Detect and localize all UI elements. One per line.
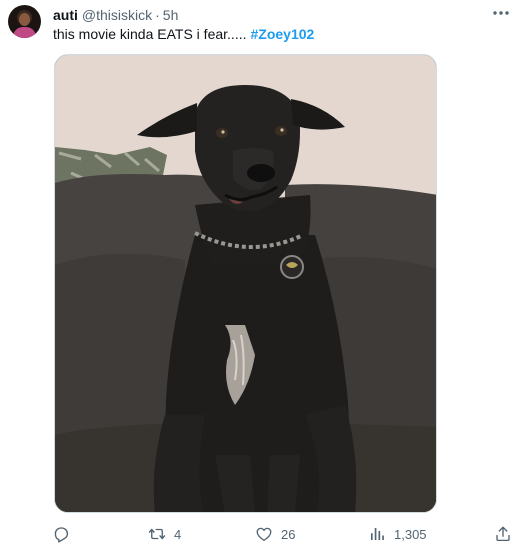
separator-dot: · — [155, 7, 160, 23]
avatar-face — [19, 13, 30, 26]
tweet-body: this movie kinda EATS i fear..... — [53, 26, 247, 42]
author-handle[interactable]: @thisiskick — [82, 7, 152, 23]
retweet-icon — [148, 528, 166, 540]
views-count: 1,305 — [394, 526, 427, 542]
tweet-photo[interactable] — [54, 54, 437, 513]
share-icon — [496, 526, 510, 542]
views-button[interactable]: 1,305 — [368, 522, 427, 546]
action-bar: 4 26 1,305 — [0, 522, 524, 546]
retweet-count: 4 — [174, 526, 182, 542]
like-count: 26 — [281, 526, 296, 542]
post-time[interactable]: 5h — [163, 7, 179, 23]
hashtag-link[interactable]: #Zoey102 — [250, 26, 314, 42]
reply-button[interactable] — [52, 522, 70, 546]
heart-icon — [256, 527, 272, 542]
tweet-header: auti @thisiskick · 5h — [53, 6, 178, 24]
tweet[interactable]: auti @thisiskick · 5h this movie kinda E… — [0, 0, 524, 550]
author-name[interactable]: auti — [53, 7, 78, 23]
like-button[interactable]: 26 — [255, 522, 295, 546]
avatar-shirt — [13, 27, 36, 38]
share-button[interactable] — [494, 522, 512, 546]
views-chart-icon — [371, 528, 384, 540]
more-icon — [493, 11, 509, 15]
retweet-button[interactable]: 4 — [148, 522, 181, 546]
reply-icon — [54, 527, 69, 543]
tweet-text: this movie kinda EATS i fear..... #Zoey10… — [53, 25, 314, 43]
avatar[interactable] — [8, 5, 41, 38]
dog-photo — [55, 55, 436, 512]
more-options-button[interactable] — [490, 4, 512, 22]
